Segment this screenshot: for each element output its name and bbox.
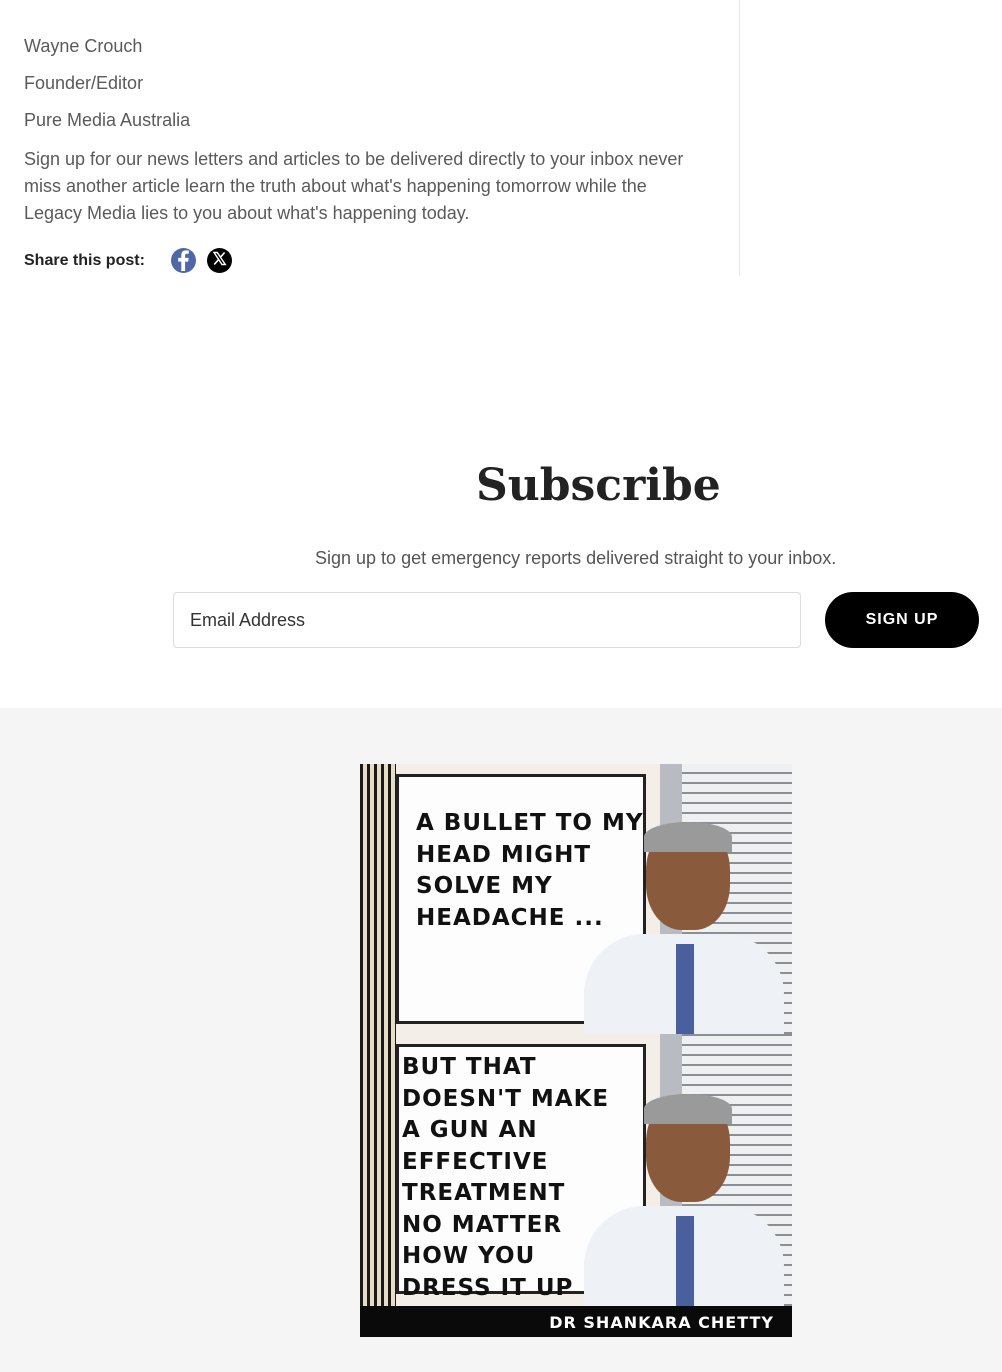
- sign-up-button[interactable]: SIGN UP: [825, 592, 979, 648]
- author-role: Founder/Editor: [24, 73, 144, 93]
- image-credit: DR SHANKARA CHETTY: [549, 1313, 774, 1332]
- caption-bottom: BUT THAT DOESN'T MAKE A GUN AN EFFECTIVE…: [402, 1054, 610, 1301]
- email-field[interactable]: [173, 592, 801, 648]
- subscribe-description: Sign up to get emergency reports deliver…: [315, 548, 837, 568]
- speaker-figure: [584, 1094, 784, 1306]
- subscribe-title: Subscribe: [476, 460, 721, 511]
- newsletter-pitch: Sign up for our news letters and article…: [24, 149, 684, 223]
- share-facebook-button[interactable]: [170, 246, 196, 276]
- meme-panel-bottom: BUT THAT DOESN'T MAKE A GUN AN EFFECTIVE…: [360, 1034, 792, 1306]
- share-x-button[interactable]: [206, 246, 232, 276]
- meme-panel-top: A BULLET TO MY HEAD MIGHT SOLVE MY HEADA…: [360, 764, 792, 1034]
- share-label: Share this post:: [24, 251, 145, 269]
- featured-section: A BULLET TO MY HEAD MIGHT SOLVE MY HEADA…: [0, 708, 1002, 1372]
- author-section: Wayne Crouch Founder/Editor Pure Media A…: [0, 0, 740, 276]
- subscribe-section: Subscribe Sign up to get emergency repor…: [0, 420, 1002, 708]
- x-icon: [207, 246, 232, 276]
- facebook-icon: [171, 246, 196, 276]
- share-bar: Share this post:: [24, 248, 243, 273]
- author-organization: Pure Media Australia: [24, 110, 191, 130]
- caption-top: A BULLET TO MY HEAD MIGHT SOLVE MY HEADA…: [416, 810, 644, 931]
- credit-bar: DR SHANKARA CHETTY: [360, 1306, 792, 1337]
- featured-image[interactable]: A BULLET TO MY HEAD MIGHT SOLVE MY HEADA…: [360, 764, 792, 1337]
- author-name: Wayne Crouch: [24, 36, 143, 56]
